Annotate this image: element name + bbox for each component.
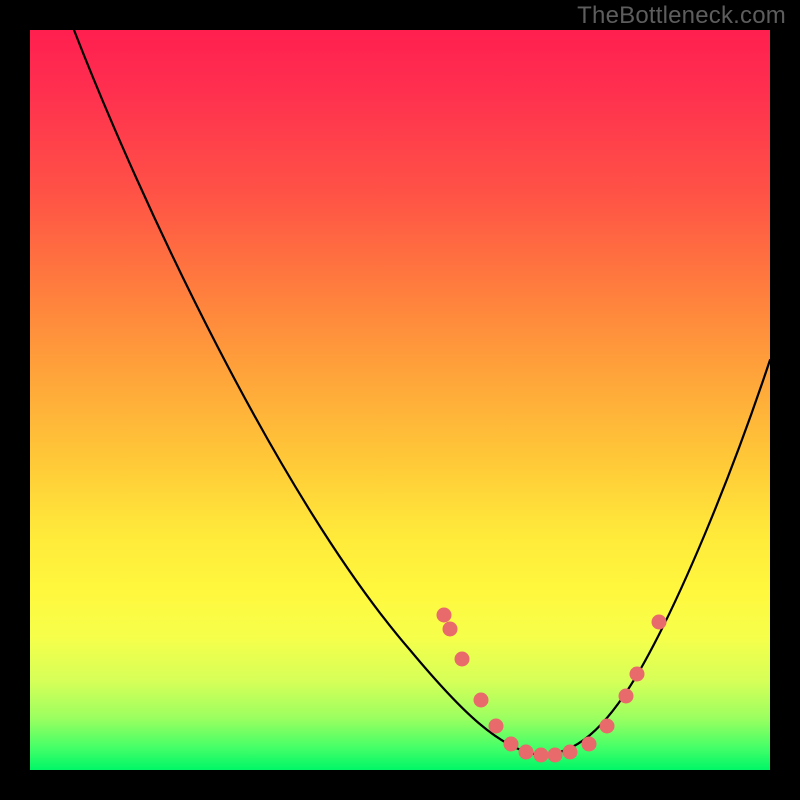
- curve-marker: [548, 748, 563, 763]
- curve-marker: [618, 689, 633, 704]
- attribution-text: TheBottleneck.com: [577, 2, 786, 30]
- curve-marker: [504, 737, 519, 752]
- curve-markers: [30, 30, 770, 770]
- curve-marker: [629, 666, 644, 681]
- plot-area: [30, 30, 770, 770]
- curve-marker: [443, 622, 458, 637]
- curve-marker: [437, 607, 452, 622]
- curve-marker: [489, 718, 504, 733]
- curve-marker: [581, 737, 596, 752]
- curve-marker: [518, 744, 533, 759]
- curve-marker: [563, 744, 578, 759]
- curve-marker: [600, 718, 615, 733]
- curve-marker: [474, 692, 489, 707]
- curve-marker: [533, 748, 548, 763]
- curve-marker: [652, 615, 667, 630]
- curve-marker: [455, 652, 470, 667]
- chart-frame: TheBottleneck.com: [0, 0, 800, 800]
